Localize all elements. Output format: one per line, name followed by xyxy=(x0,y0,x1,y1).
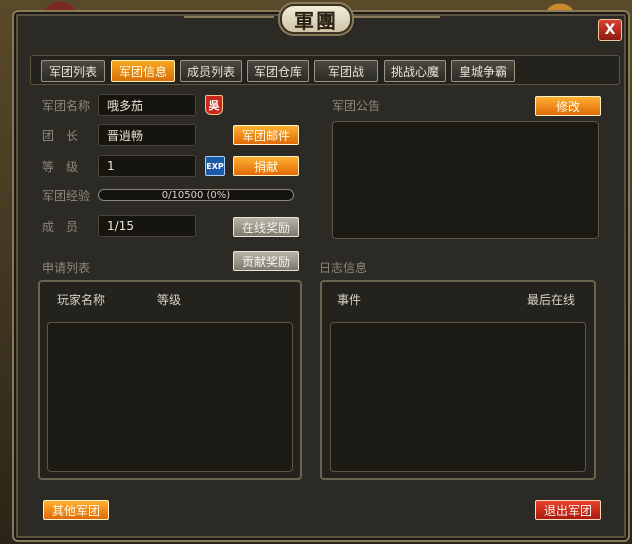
tab-challenge-demon[interactable]: 挑战心魔 xyxy=(384,60,446,82)
legion-name-label: 军团名称 xyxy=(42,99,91,113)
applications-list[interactable] xyxy=(47,322,293,472)
legion-exp-bar: 0/10500 (0%) xyxy=(98,189,294,201)
tab-imperial-contest[interactable]: 皇城争霸 xyxy=(451,60,515,82)
legion-name-value: 哦多茄 xyxy=(98,94,196,116)
tab-legion-war[interactable]: 军团战 xyxy=(314,60,378,82)
notice-box xyxy=(332,121,599,239)
tab-legion-list[interactable]: 军团列表 xyxy=(41,60,105,82)
members-label: 成 员 xyxy=(42,220,79,234)
log-list[interactable] xyxy=(330,322,586,472)
col-last-online: 最后在线 xyxy=(527,293,576,307)
quit-legion-button[interactable]: 退出军团 xyxy=(535,500,601,520)
tab-member-list[interactable]: 成员列表 xyxy=(180,60,242,82)
legion-mail-button[interactable]: 军团邮件 xyxy=(233,125,299,145)
col-level: 等级 xyxy=(157,293,182,307)
emblem-text: 吳 xyxy=(208,99,220,112)
title-ornament-left xyxy=(184,10,274,18)
other-legions-button[interactable]: 其他军团 xyxy=(43,500,109,520)
notice-label: 军团公告 xyxy=(332,99,381,113)
exp-icon-text: EXP xyxy=(206,161,224,171)
online-reward-button[interactable]: 在线奖励 xyxy=(233,217,299,237)
donate-button[interactable]: 捐献 xyxy=(233,156,299,176)
legion-exp-label: 军团经验 xyxy=(42,189,91,203)
edit-notice-button[interactable]: 修改 xyxy=(535,96,601,116)
legion-exp-text: 0/10500 (0%) xyxy=(161,189,231,201)
contribution-reward-button[interactable]: 贡献奖励 xyxy=(233,251,299,271)
leader-label: 团 长 xyxy=(42,129,79,143)
exp-icon: EXP xyxy=(205,156,225,176)
dialog-title: 軍團 xyxy=(280,4,352,34)
level-value: 1 xyxy=(98,155,196,177)
leader-value: 晋逍畅 xyxy=(98,124,196,146)
title-ornament-right xyxy=(350,10,440,18)
col-event: 事件 xyxy=(337,293,362,307)
close-button[interactable]: X xyxy=(598,19,622,41)
members-value: 1/15 xyxy=(98,215,196,237)
level-label: 等 级 xyxy=(42,160,79,174)
applications-label: 申请列表 xyxy=(42,261,91,275)
col-player-name: 玩家名称 xyxy=(57,293,106,307)
log-label: 日志信息 xyxy=(319,261,368,275)
tab-legion-info[interactable]: 军团信息 xyxy=(111,60,175,82)
close-icon: X xyxy=(604,22,616,38)
shield-emblem-icon: 吳 xyxy=(205,95,223,115)
tab-legion-warehouse[interactable]: 军团仓库 xyxy=(247,60,309,82)
